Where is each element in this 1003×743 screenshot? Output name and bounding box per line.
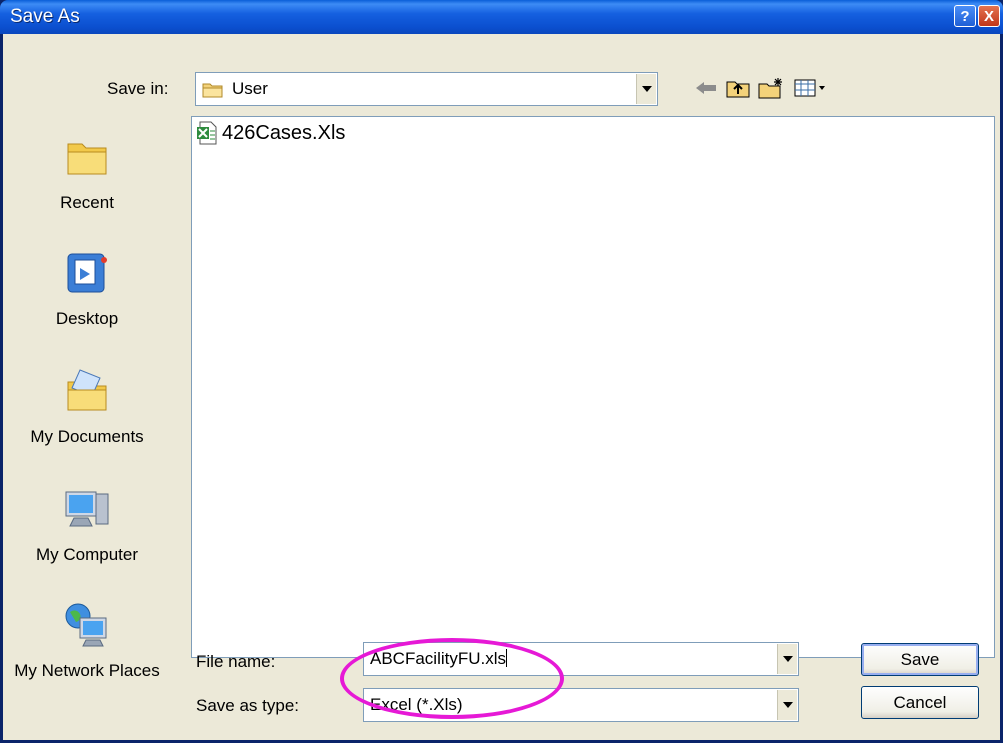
file-name-label: File name: [196, 652, 276, 671]
save-as-type-label: Save as type: [196, 696, 300, 715]
close-button[interactable]: X [978, 5, 1000, 27]
place-label: My Network Places [14, 661, 160, 680]
file-name-value: ABCFacilityFU.xls [370, 649, 507, 668]
place-label: My Documents [30, 427, 144, 446]
save-in-value: User [232, 79, 268, 98]
place-my-computer[interactable]: My Computer [5, 484, 169, 564]
place-my-documents[interactable]: My Documents [5, 366, 169, 446]
view-menu-icon [794, 79, 825, 97]
save-in-label: Save in: [107, 79, 169, 98]
file-list[interactable]: 426Cases.Xls [191, 116, 995, 658]
my-computer-icon [65, 491, 109, 527]
network-places-icon [65, 603, 107, 647]
place-desktop[interactable]: Desktop [5, 248, 169, 328]
file-name-dropdown-arrow[interactable] [777, 644, 797, 674]
chevron-down-icon [782, 656, 793, 662]
file-name-input[interactable]: ABCFacilityFU.xls [363, 642, 799, 676]
place-network[interactable]: My Network Places [5, 600, 169, 680]
folder-icon [202, 83, 223, 98]
chevron-down-icon [782, 702, 793, 708]
file-name: 426Cases.Xls [222, 121, 346, 144]
text-caret [506, 649, 508, 667]
recent-folder-icon [67, 143, 107, 175]
up-folder-button[interactable] [725, 75, 751, 101]
desktop-icon [67, 253, 107, 293]
places-bar: Recent Desktop My Documents My Computer … [5, 118, 169, 730]
save-as-dialog: Save As ? X Save in: User Recent Desktop… [0, 0, 1003, 743]
place-label: My Computer [35, 545, 139, 564]
chevron-down-icon [641, 86, 652, 92]
view-menu-button[interactable] [793, 75, 829, 101]
my-documents-icon [67, 369, 107, 411]
save-button[interactable]: Save [861, 643, 979, 676]
place-label: Desktop [55, 309, 119, 328]
back-button[interactable] [693, 75, 719, 101]
window-title: Save As [10, 6, 80, 27]
save-in-dropdown[interactable]: User [195, 72, 658, 106]
back-arrow-icon [696, 82, 716, 94]
new-folder-icon [758, 78, 782, 99]
save-as-type-dropdown-arrow[interactable] [777, 690, 797, 720]
excel-file-icon [197, 121, 217, 145]
list-item[interactable]: 426Cases.Xls [196, 121, 345, 145]
place-label: Recent [60, 193, 114, 212]
cancel-button[interactable]: Cancel [861, 686, 979, 719]
save-as-type-dropdown[interactable]: Excel (*.Xls) [363, 688, 799, 722]
save-in-dropdown-arrow[interactable] [636, 74, 656, 104]
save-as-type-value: Excel (*.Xls) [370, 695, 463, 714]
dialog-body: Save in: User Recent Desktop My Document… [3, 34, 1000, 740]
up-folder-icon [726, 81, 750, 98]
place-recent[interactable]: Recent [5, 132, 169, 212]
title-bar[interactable]: Save As ? X [0, 0, 1003, 34]
new-folder-button[interactable] [758, 75, 784, 101]
help-button[interactable]: ? [954, 5, 976, 27]
